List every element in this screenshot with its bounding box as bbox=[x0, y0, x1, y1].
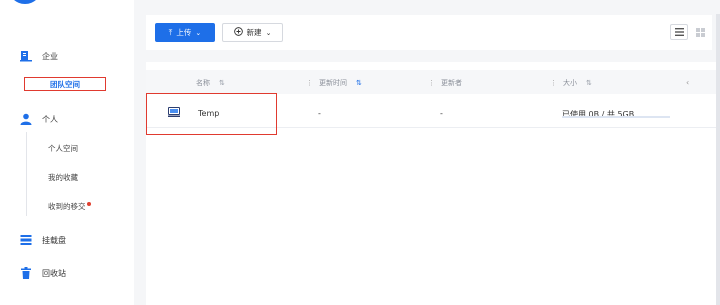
list-view-icon bbox=[674, 28, 684, 36]
sidebar-item-personal-space[interactable]: 个人空间 bbox=[48, 143, 78, 154]
notification-dot bbox=[86, 202, 91, 206]
toolbar: ⤒ 上传 ⌄ 新建 ⌄ bbox=[146, 15, 712, 50]
upload-icon: ⤒ bbox=[168, 27, 173, 37]
table-header: 名称 ⇅ ⋮ 更新时间 ⇅ ⋮ 更新者 ⋮ 大小 ⇅ ‹ bbox=[146, 70, 720, 94]
scrollbar[interactable] bbox=[716, 14, 720, 305]
tree-line bbox=[26, 132, 27, 216]
sort-icon[interactable]: ⇅ bbox=[356, 79, 362, 87]
grid-view-toggle[interactable] bbox=[691, 24, 709, 40]
sidebar-item-label: 个人 bbox=[42, 114, 58, 124]
mount-disk-icon bbox=[20, 234, 32, 246]
list-view-toggle[interactable] bbox=[670, 24, 688, 40]
updated-time: - bbox=[318, 109, 321, 118]
storage-usage: 已使用 0B / 共 5GB bbox=[562, 110, 635, 119]
sort-icon[interactable]: ⇅ bbox=[586, 79, 592, 87]
updater: - bbox=[440, 109, 443, 118]
chevron-left-icon[interactable]: ‹ bbox=[686, 78, 689, 87]
app-logo bbox=[8, 0, 42, 4]
sidebar-item-label: 企业 bbox=[42, 51, 58, 61]
column-separator: ⋮ bbox=[428, 79, 435, 87]
sidebar-item-label: 回收站 bbox=[42, 268, 66, 278]
sidebar-item-label: 挂载盘 bbox=[42, 235, 66, 245]
sidebar-item-team-space[interactable]: 团队空间 bbox=[24, 77, 106, 91]
column-header-name[interactable]: 名称 ⇅ bbox=[196, 78, 225, 88]
main-content: ⤒ 上传 ⌄ 新建 ⌄ 名称 ⇅ ⋮ 更新时间 ⇅ ⋮ 更新者 ⋮ 大小 ⇅ ‹… bbox=[134, 0, 720, 305]
plus-circle-icon bbox=[233, 27, 243, 38]
column-header-updater[interactable]: ⋮ 更新者 bbox=[428, 78, 462, 88]
sidebar-item-my-favorites[interactable]: 我的收藏 bbox=[48, 172, 78, 183]
building-icon bbox=[20, 50, 32, 62]
sidebar: 企业 团队空间 个人 个人空间 我的收藏 收到的移交 挂载盘 回收站 bbox=[0, 0, 134, 305]
column-separator: ⋮ bbox=[550, 79, 557, 87]
storage-progress-bar bbox=[562, 116, 670, 118]
upload-button[interactable]: ⤒ 上传 ⌄ bbox=[155, 23, 215, 42]
user-icon bbox=[20, 113, 32, 125]
sort-icon[interactable]: ⇅ bbox=[219, 79, 225, 87]
column-header-size[interactable]: ⋮ 大小 ⇅ bbox=[550, 78, 592, 88]
highlight-box bbox=[146, 93, 277, 135]
grid-view-icon bbox=[695, 27, 705, 37]
sidebar-item-received-handoffs[interactable]: 收到的移交 bbox=[48, 201, 91, 212]
column-header-updated-time[interactable]: ⋮ 更新时间 ⇅ bbox=[306, 78, 362, 88]
chevron-down-icon: ⌄ bbox=[265, 28, 272, 37]
sidebar-item-enterprise[interactable]: 企业 bbox=[20, 50, 58, 62]
new-button[interactable]: 新建 ⌄ bbox=[222, 23, 283, 42]
trash-icon bbox=[20, 267, 32, 279]
sidebar-item-personal[interactable]: 个人 bbox=[20, 113, 58, 125]
chevron-down-icon: ⌄ bbox=[195, 28, 202, 37]
sidebar-item-recycle-bin[interactable]: 回收站 bbox=[20, 267, 66, 279]
sidebar-item-mount-disk[interactable]: 挂载盘 bbox=[20, 234, 66, 246]
column-separator: ⋮ bbox=[306, 79, 313, 87]
